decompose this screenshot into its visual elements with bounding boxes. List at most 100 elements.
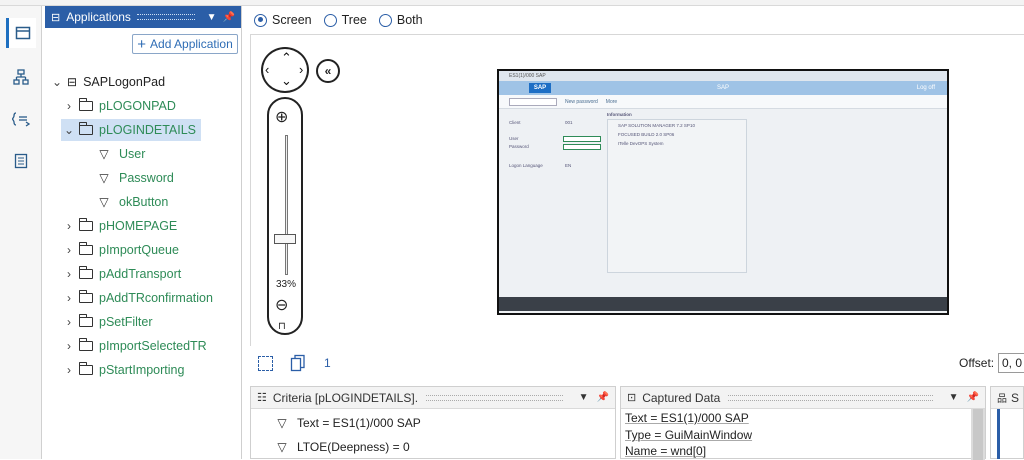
radio-screen[interactable]: Screen xyxy=(254,13,312,27)
chevron-right-icon[interactable]: › xyxy=(61,219,77,233)
filter-icon: ▽ xyxy=(277,416,287,430)
pan-control[interactable]: ⌃ ‹ › ⌄ xyxy=(261,47,309,93)
vertical-scrollbar[interactable] xyxy=(971,409,985,460)
tree-child-password[interactable]: ▽ Password xyxy=(97,167,174,189)
tree-item-pstartimporting[interactable]: › pStartImporting xyxy=(61,359,184,381)
pan-up-icon[interactable]: ⌃ xyxy=(281,50,292,66)
radio-tree[interactable]: Tree xyxy=(323,13,367,27)
add-application-button[interactable]: + Add Application xyxy=(132,34,238,54)
sap-window-thumbnail[interactable]: ES1(1)/000 SAP SAP SAP Log off New passw… xyxy=(497,69,949,315)
dropdown-icon[interactable]: ▼ xyxy=(579,392,589,403)
radio-unselected-icon[interactable] xyxy=(323,13,337,27)
header-grip[interactable] xyxy=(426,394,563,401)
sap-toolbar: New password More xyxy=(499,95,947,109)
document-list-icon[interactable] xyxy=(6,146,36,176)
criteria-row[interactable]: ▽ Text = ES1(1)/000 SAP xyxy=(275,413,421,433)
radio-selected-icon[interactable] xyxy=(254,13,267,27)
criteria-header: ☷ Criteria [pLOGINDETAILS]. ▼ 📌 xyxy=(251,387,615,409)
header-grip[interactable] xyxy=(728,394,933,401)
tree-item-plogindetails[interactable]: ⌄ pLOGINDETAILS xyxy=(61,119,201,141)
chevron-right-icon[interactable]: › xyxy=(61,99,77,113)
pin-icon[interactable]: 📌 xyxy=(967,392,979,403)
zoom-track[interactable] xyxy=(285,135,288,275)
radio-unselected-icon[interactable] xyxy=(378,13,392,27)
tree-item-psetfilter[interactable]: › pSetFilter xyxy=(61,311,153,333)
sap-banner: SAP SAP Log off xyxy=(499,81,947,95)
right-panel-scroll[interactable] xyxy=(997,409,1000,459)
copy-icon[interactable] xyxy=(290,354,306,372)
add-application-label: Add Application xyxy=(150,37,233,51)
collapse-icon[interactable]: « xyxy=(316,59,340,83)
captured-header: ⊡ Captured Data ▼ 📌 xyxy=(621,387,985,409)
window-icon[interactable] xyxy=(6,18,36,48)
pan-right-icon[interactable]: › xyxy=(299,62,303,77)
pan-left-icon[interactable]: ‹ xyxy=(265,62,269,77)
panel-icon: ⊟ xyxy=(51,11,61,24)
select-region-icon[interactable] xyxy=(258,356,273,371)
tree-root[interactable]: ⌄ ⊟ SAPLogonPad xyxy=(49,71,165,93)
sap-info-item: ITelle DevOPS System xyxy=(618,141,664,146)
sap-logoff: Log off xyxy=(916,85,935,91)
tree-item-label: pImportSelectedTR xyxy=(99,339,207,353)
chevron-right-icon[interactable]: › xyxy=(61,243,77,257)
chevron-right-icon[interactable]: › xyxy=(61,267,77,281)
tree-item-paddtransport[interactable]: › pAddTransport xyxy=(61,263,181,285)
radio-both[interactable]: Both xyxy=(378,13,423,27)
dropdown-icon[interactable]: ▼ xyxy=(207,12,217,23)
captured-line: Type = GuiMainWindow xyxy=(625,428,753,442)
right-panel: 品 S xyxy=(990,386,1024,459)
sap-client-label: Client xyxy=(509,120,521,125)
applications-panel: ⊟ Applications ▼ 📌 + Add Application ⌄ ⊟… xyxy=(45,6,242,459)
dropdown-icon[interactable]: ▼ xyxy=(949,392,959,403)
offset-label: Offset: xyxy=(959,356,995,370)
tree-child-user[interactable]: ▽ User xyxy=(97,143,145,165)
tree-item-plogonpad[interactable]: › pLOGONPAD xyxy=(61,95,176,117)
tree-item-paddtrconfirmation[interactable]: › pAddTRconfirmation xyxy=(61,287,213,309)
header-grip[interactable] xyxy=(136,14,195,20)
zoom-slider-handle[interactable] xyxy=(274,234,296,244)
chevron-right-icon[interactable]: › xyxy=(61,291,77,305)
radio-label: Screen xyxy=(272,13,312,27)
chevron-down-icon[interactable]: ⌄ xyxy=(61,123,77,137)
criteria-text: LTOE(Deepness) = 0 xyxy=(297,440,410,454)
offset-input[interactable]: 0, 0 xyxy=(998,353,1024,373)
chevron-right-icon[interactable]: › xyxy=(61,315,77,329)
captured-line: Text = ES1(1)/000 SAP xyxy=(625,411,749,425)
folder-icon xyxy=(78,338,93,351)
criteria-text: Text = ES1(1)/000 SAP xyxy=(297,416,421,430)
sap-banner-text: SAP xyxy=(716,85,729,91)
sap-info-title: Information xyxy=(607,112,632,117)
tree-item-pimportselectedtr[interactable]: › pImportSelectedTR xyxy=(61,335,207,357)
pin-icon[interactable]: 📌 xyxy=(597,392,609,403)
folder-icon xyxy=(78,242,93,255)
zoom-in-icon[interactable]: ⊕ xyxy=(275,107,288,127)
sap-status-bar xyxy=(499,297,947,311)
match-count: 1 xyxy=(324,356,331,370)
chevron-right-icon[interactable]: › xyxy=(61,339,77,353)
sap-user-label: User xyxy=(509,136,519,141)
sap-command-field xyxy=(509,97,557,106)
pin-icon[interactable]: 📌 xyxy=(223,12,235,23)
folder-icon xyxy=(78,290,93,303)
chevron-down-icon[interactable]: ⌄ xyxy=(49,75,65,89)
sap-more: More xyxy=(605,98,618,105)
list-bracket-icon[interactable] xyxy=(6,104,36,134)
tree-child-okbutton[interactable]: ▽ okButton xyxy=(97,191,168,213)
tree-item-phomepage[interactable]: › pHOMEPAGE xyxy=(61,215,177,237)
tree-item-label: pStartImporting xyxy=(99,363,185,377)
zoom-out-icon[interactable]: ⊖ xyxy=(275,295,288,315)
pan-down-icon[interactable]: ⌄ xyxy=(281,73,292,89)
plus-icon: + xyxy=(137,35,147,53)
sap-title: ES1(1)/000 SAP xyxy=(499,71,947,81)
chevron-right-icon[interactable]: › xyxy=(61,363,77,377)
tree-item-label: pLOGINDETAILS xyxy=(99,123,197,137)
zoom-fit-icon[interactable]: ⊓ xyxy=(278,321,286,332)
hierarchy-icon[interactable] xyxy=(6,62,36,92)
criteria-row[interactable]: ▽ LTOE(Deepness) = 0 xyxy=(275,437,410,457)
tree-item-pimportqueue[interactable]: › pImportQueue xyxy=(61,239,179,261)
folder-icon xyxy=(78,266,93,279)
tree-child-label: Password xyxy=(119,171,174,185)
captured-line: Name = wnd[0] xyxy=(625,444,707,458)
tree-item-label: pAddTRconfirmation xyxy=(99,291,213,305)
sap-info-item: SAP SOLUTION MANAGER 7.2 SP10 xyxy=(618,123,695,128)
